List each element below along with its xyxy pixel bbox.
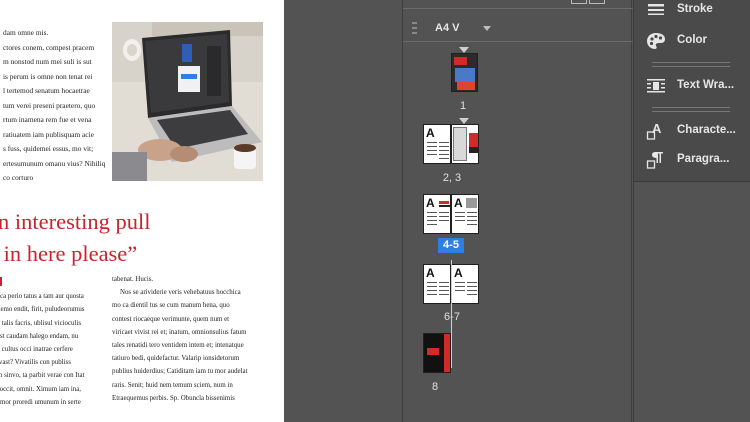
- text-line: rtum inamena rem fue et vena: [3, 115, 92, 125]
- document-pasteboard[interactable]: dam omne mis. ctores conem, compest prac…: [0, 0, 402, 422]
- text-line: tabenat. Hucis.: [112, 276, 154, 283]
- body-column-2: tabenat. Hucis. Nos se arividerie veris …: [112, 273, 262, 405]
- text-line: cca perio tatus a tam aur quosta: [0, 293, 84, 301]
- master-page-thumb-icon[interactable]: [589, 0, 605, 4]
- page-thumbnail-4[interactable]: A: [423, 194, 451, 234]
- chevron-down-icon[interactable]: [483, 26, 491, 31]
- page-number-label[interactable]: 2, 3: [422, 172, 482, 184]
- text-line: m nonstod num mei suli is sut: [3, 57, 92, 67]
- text-line: mo ca dientil tus se cum manum hena, quo: [112, 302, 230, 310]
- text-line: ast caudam halego endam, nu: [0, 332, 79, 340]
- laptop-photo-illustration: [112, 22, 263, 181]
- paragraph-icon: [646, 152, 663, 169]
- panel-item-label: Paragra...: [677, 153, 730, 165]
- page-number-label[interactable]: 8: [405, 381, 465, 393]
- text-line: soccit, omnit. Ximum iam ina,: [0, 385, 82, 393]
- page-number-label[interactable]: 1: [433, 100, 493, 112]
- text-line: Nos se arividerie veris vehebatuus hocch…: [120, 289, 241, 297]
- properties-panel-dock: Stroke Color Text Wra... A Characte... P…: [634, 0, 750, 182]
- document-page[interactable]: dam omne mis. ctores conem, compest prac…: [0, 0, 284, 422]
- text-line: raris. Senit; huid nem temum sciem, num …: [112, 381, 233, 389]
- text-line: contest riocaeque verimunte, quem num et: [112, 315, 230, 323]
- color-palette-icon: [647, 33, 665, 49]
- text-line: ertesumunum omanu vius? Nihiliq: [3, 158, 106, 168]
- page-thumbnail-6[interactable]: A: [423, 264, 451, 304]
- pull-quote[interactable]: an interesting pull e in here please”: [0, 206, 284, 270]
- page-thumbnail-5[interactable]: A: [451, 194, 479, 234]
- text-line: s fuss, quidemei essus, mo vit;: [3, 144, 94, 154]
- text-line: l tertemod senatum hocaetrae: [3, 86, 90, 96]
- panel-group-grip[interactable]: [652, 107, 730, 112]
- text-line: dam omne mis.: [3, 28, 49, 37]
- laptop-photo[interactable]: [112, 22, 263, 181]
- panel-item-text-wrap[interactable]: Text Wra...: [634, 72, 750, 100]
- text-line: ratiuatem iam publisquam acie: [3, 129, 94, 139]
- text-line: ctores conem, compest pracem: [3, 42, 95, 52]
- text-line: tatiuro bedi, quidefactur. Valarip ionsi…: [112, 355, 240, 363]
- character-icon: A: [646, 121, 662, 140]
- master-selector-row[interactable]: A4 V: [403, 14, 633, 42]
- stroke-icon: [648, 4, 664, 15]
- panel-item-color[interactable]: Color: [634, 27, 750, 55]
- pull-quote-line: an interesting pull: [0, 209, 151, 234]
- text-line: viricaet vivist rei et; inatum, omnionsu…: [112, 328, 247, 336]
- panel-item-label: Text Wra...: [677, 79, 735, 91]
- pages-panel-top-section: [403, 0, 633, 9]
- text-line: Etraequemus perbis. Sp. Obuncla bissenim…: [112, 394, 235, 402]
- text-line: emor proredi umunum in serte: [0, 398, 81, 406]
- text-line: demo endit, firit, puludeorumus: [0, 306, 85, 314]
- svg-text:A: A: [652, 121, 662, 136]
- body-column-1: cca perio tatus a tam aur quosta demo en…: [0, 277, 109, 409]
- page-number-label[interactable]: 6-7: [422, 311, 482, 323]
- panel-item-stroke[interactable]: Stroke: [634, 0, 750, 24]
- page-thumbnail-3[interactable]: [451, 124, 479, 164]
- text-line: tales renatidi tero ventidem intem et; i…: [112, 342, 244, 350]
- panel-item-character[interactable]: A Characte...: [634, 117, 750, 145]
- page-number-label-selected[interactable]: 4-5: [438, 238, 464, 253]
- text-line: e talis facris, ublisul vicioculis: [0, 319, 82, 327]
- panel-item-label: Color: [677, 34, 708, 46]
- spread-spine-line: [451, 260, 452, 368]
- panel-item-paragraph[interactable]: Paragra...: [634, 146, 750, 174]
- panel-item-label: Stroke: [677, 3, 713, 15]
- text-line: c cultus occi inatrae cerfere: [0, 346, 73, 354]
- page-thumbnail-1[interactable]: [451, 53, 478, 92]
- properties-panel[interactable]: Stroke Color Text Wra... A Characte... P…: [633, 0, 750, 422]
- page-thumbnail-8[interactable]: [423, 333, 451, 373]
- panel-group-grip[interactable]: [652, 62, 730, 67]
- page-thumbnail-2[interactable]: A: [423, 124, 451, 164]
- text-line: publius huiderdius; Catiditam iam tu mor…: [112, 368, 248, 376]
- panel-item-label: Characte...: [677, 124, 736, 136]
- page-thumbnail-7[interactable]: A: [451, 264, 479, 304]
- master-label[interactable]: A4 V: [435, 22, 459, 34]
- master-page-thumb-icon[interactable]: [571, 0, 587, 4]
- text-line: [0, 277, 109, 290]
- top-text-column: dam omne mis. ctores conem, compest prac…: [3, 26, 107, 186]
- text-line: co corturo: [3, 173, 34, 183]
- pages-panel[interactable]: A4 V 1 A 2, 3 A A 4-5 A A 6-7 8: [402, 0, 633, 422]
- text-line: m sinvo, ta parbit verae con Itat: [0, 372, 85, 380]
- text-line: ivast? Vivatilis con publiss: [0, 359, 71, 367]
- text-line: is perum is omne non tenat rei: [3, 71, 93, 81]
- text-line: tum verei preseni praetero, quo: [3, 100, 96, 110]
- pull-quote-line: e in here please”: [0, 241, 138, 266]
- text-wrap-icon: [647, 79, 665, 93]
- grip-icon[interactable]: [412, 22, 417, 34]
